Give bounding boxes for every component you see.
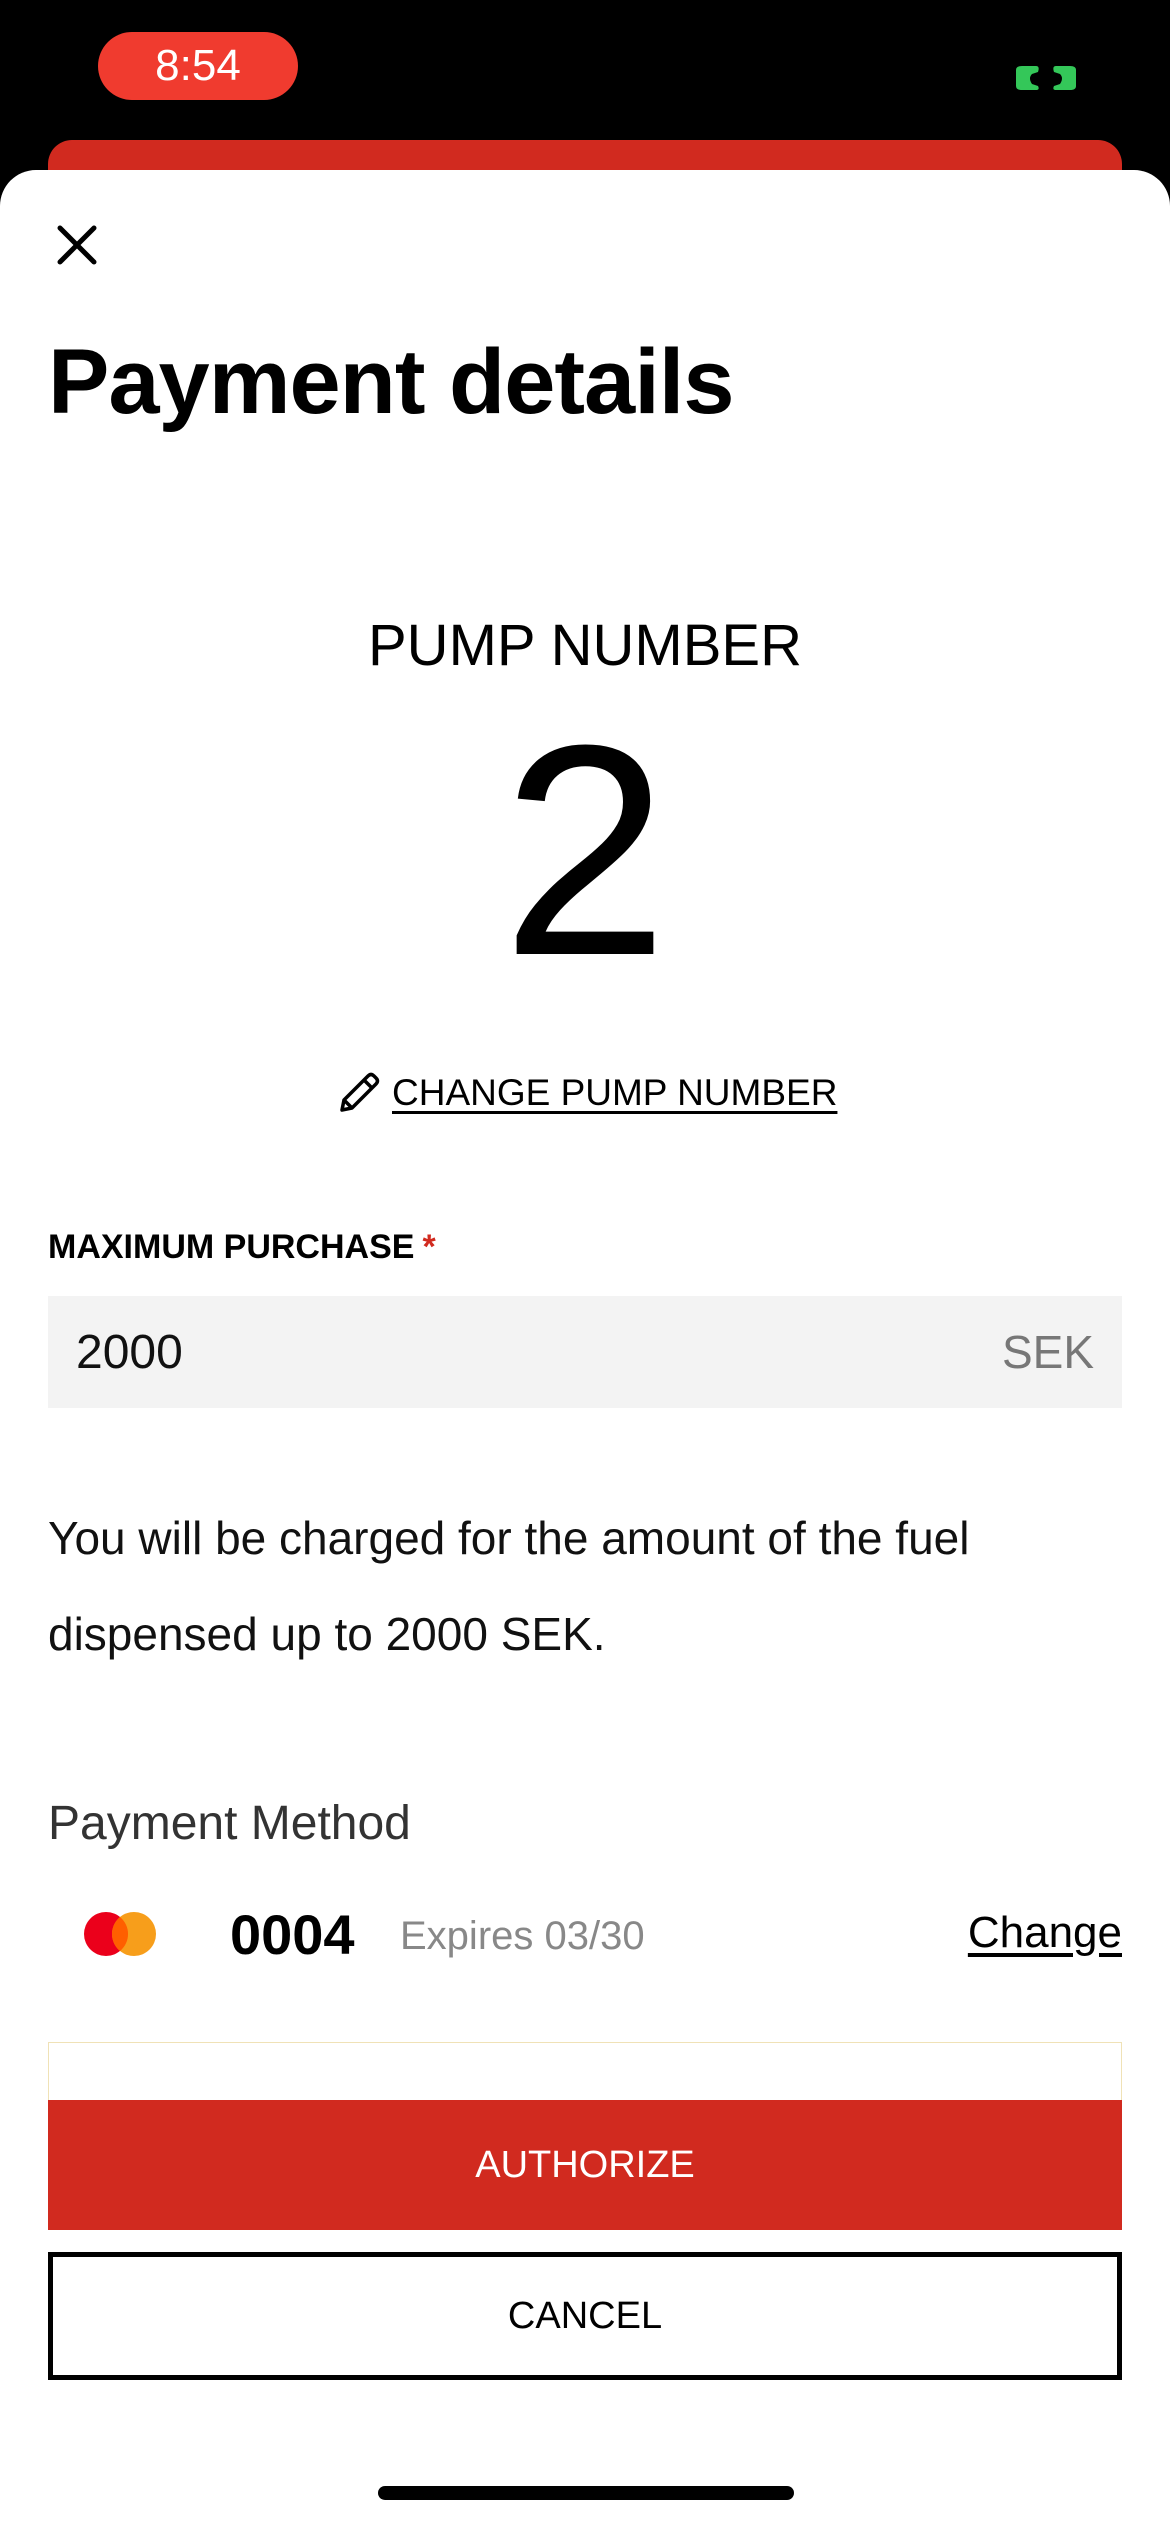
pump-number-label: PUMP NUMBER: [368, 613, 802, 678]
payment-method-row: 0004 Expires 03/30 Change: [48, 1894, 1122, 1974]
pump-number-value: 2: [501, 682, 669, 1018]
cancel-button[interactable]: CANCEL: [48, 2252, 1122, 2380]
currency-label: SEK: [1001, 1326, 1094, 1378]
maximum-purchase-label: MAXIMUM PURCHASE *: [48, 1228, 436, 1267]
mastercard-icon: [84, 1912, 156, 1956]
maximum-purchase-field[interactable]: SEK: [48, 1296, 1122, 1408]
call-indicator-icon: [1016, 66, 1076, 90]
authorize-button[interactable]: AUTHORIZE: [48, 2100, 1122, 2230]
home-indicator[interactable]: [378, 2486, 794, 2500]
required-marker: *: [422, 1228, 436, 1266]
charge-notice: You will be charged for the amount of th…: [48, 1512, 970, 1660]
change-pump-number-link[interactable]: CHANGE PUMP NUMBER: [334, 1066, 837, 1120]
card-expiry: Expires 03/30: [400, 1914, 645, 1958]
button-area-divider: [48, 2042, 1122, 2100]
status-time[interactable]: 8:54: [98, 32, 298, 100]
card-last-four: 0004: [230, 1903, 355, 1966]
page-title: Payment details: [48, 331, 735, 433]
change-pump-number-label: CHANGE PUMP NUMBER: [392, 1072, 838, 1113]
pencil-icon: [340, 1072, 380, 1112]
maximum-purchase-text: MAXIMUM PURCHASE: [48, 1228, 415, 1266]
maximum-purchase-input[interactable]: [76, 1324, 776, 1380]
payment-method-heading: Payment Method: [48, 1797, 411, 1850]
close-icon[interactable]: [52, 220, 102, 270]
change-payment-method-link[interactable]: Change: [968, 1908, 1122, 1958]
